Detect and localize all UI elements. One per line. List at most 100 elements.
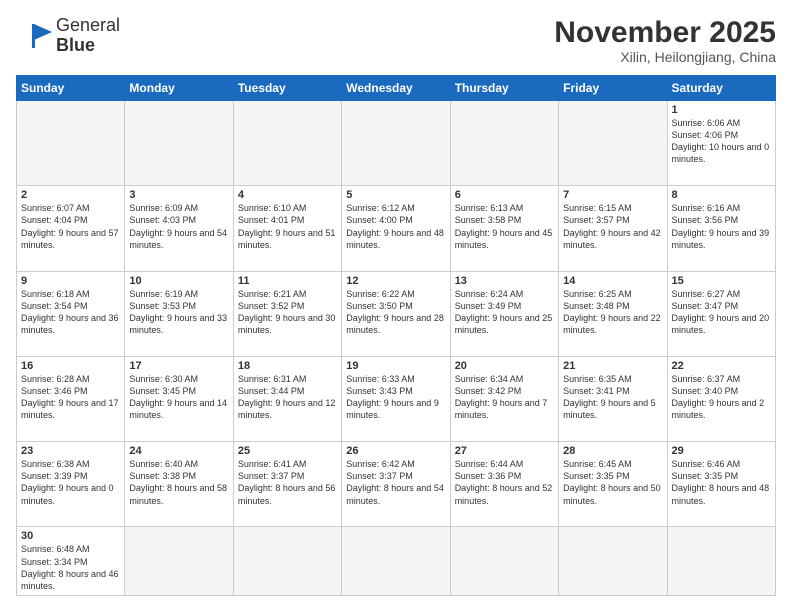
day-number: 17: [129, 360, 228, 372]
calendar-cell: [233, 101, 341, 186]
day-info: Sunrise: 6:31 AM Sunset: 3:44 PM Dayligh…: [238, 373, 337, 422]
day-number: 27: [455, 445, 554, 457]
day-number: 2: [21, 189, 120, 201]
day-number: 25: [238, 445, 337, 457]
day-number: 5: [346, 189, 445, 201]
calendar-cell: 19Sunrise: 6:33 AM Sunset: 3:43 PM Dayli…: [342, 356, 450, 441]
calendar-cell: [342, 101, 450, 186]
day-info: Sunrise: 6:33 AM Sunset: 3:43 PM Dayligh…: [346, 373, 445, 422]
day-info: Sunrise: 6:28 AM Sunset: 3:46 PM Dayligh…: [21, 373, 120, 422]
calendar-cell: 27Sunrise: 6:44 AM Sunset: 3:36 PM Dayli…: [450, 442, 558, 527]
day-number: 12: [346, 275, 445, 287]
calendar-cell: [125, 101, 233, 186]
day-info: Sunrise: 6:07 AM Sunset: 4:04 PM Dayligh…: [21, 202, 120, 251]
day-number: 30: [21, 530, 120, 542]
calendar-cell: 24Sunrise: 6:40 AM Sunset: 3:38 PM Dayli…: [125, 442, 233, 527]
calendar-cell: 13Sunrise: 6:24 AM Sunset: 3:49 PM Dayli…: [450, 271, 558, 356]
day-number: 3: [129, 189, 228, 201]
calendar-cell: 8Sunrise: 6:16 AM Sunset: 3:56 PM Daylig…: [667, 186, 775, 271]
calendar-cell: 12Sunrise: 6:22 AM Sunset: 3:50 PM Dayli…: [342, 271, 450, 356]
day-number: 18: [238, 360, 337, 372]
calendar-cell: [559, 527, 667, 596]
calendar-cell: [559, 101, 667, 186]
day-number: 29: [672, 445, 771, 457]
day-number: 9: [21, 275, 120, 287]
header-sunday: Sunday: [17, 76, 125, 101]
day-info: Sunrise: 6:27 AM Sunset: 3:47 PM Dayligh…: [672, 288, 771, 337]
day-info: Sunrise: 6:24 AM Sunset: 3:49 PM Dayligh…: [455, 288, 554, 337]
calendar-cell: 14Sunrise: 6:25 AM Sunset: 3:48 PM Dayli…: [559, 271, 667, 356]
day-info: Sunrise: 6:09 AM Sunset: 4:03 PM Dayligh…: [129, 202, 228, 251]
title-block: November 2025 Xilin, Heilongjiang, China: [554, 16, 776, 65]
day-number: 19: [346, 360, 445, 372]
calendar-cell: 4Sunrise: 6:10 AM Sunset: 4:01 PM Daylig…: [233, 186, 341, 271]
day-info: Sunrise: 6:30 AM Sunset: 3:45 PM Dayligh…: [129, 373, 228, 422]
day-info: Sunrise: 6:16 AM Sunset: 3:56 PM Dayligh…: [672, 202, 771, 251]
page-header: GeneralBlue November 2025 Xilin, Heilong…: [16, 16, 776, 65]
day-info: Sunrise: 6:06 AM Sunset: 4:06 PM Dayligh…: [672, 117, 771, 166]
day-info: Sunrise: 6:34 AM Sunset: 3:42 PM Dayligh…: [455, 373, 554, 422]
logo: GeneralBlue: [16, 16, 120, 56]
calendar-cell: 5Sunrise: 6:12 AM Sunset: 4:00 PM Daylig…: [342, 186, 450, 271]
calendar-cell: [667, 527, 775, 596]
calendar-cell: 30Sunrise: 6:48 AM Sunset: 3:34 PM Dayli…: [17, 527, 125, 596]
day-info: Sunrise: 6:37 AM Sunset: 3:40 PM Dayligh…: [672, 373, 771, 422]
day-info: Sunrise: 6:21 AM Sunset: 3:52 PM Dayligh…: [238, 288, 337, 337]
day-number: 24: [129, 445, 228, 457]
day-number: 4: [238, 189, 337, 201]
day-number: 26: [346, 445, 445, 457]
logo-icon: [16, 22, 52, 50]
day-info: Sunrise: 6:48 AM Sunset: 3:34 PM Dayligh…: [21, 543, 120, 592]
day-info: Sunrise: 6:22 AM Sunset: 3:50 PM Dayligh…: [346, 288, 445, 337]
day-number: 21: [563, 360, 662, 372]
day-number: 20: [455, 360, 554, 372]
day-info: Sunrise: 6:15 AM Sunset: 3:57 PM Dayligh…: [563, 202, 662, 251]
calendar-cell: 21Sunrise: 6:35 AM Sunset: 3:41 PM Dayli…: [559, 356, 667, 441]
day-info: Sunrise: 6:18 AM Sunset: 3:54 PM Dayligh…: [21, 288, 120, 337]
day-number: 28: [563, 445, 662, 457]
calendar-cell: 3Sunrise: 6:09 AM Sunset: 4:03 PM Daylig…: [125, 186, 233, 271]
day-info: Sunrise: 6:44 AM Sunset: 3:36 PM Dayligh…: [455, 458, 554, 507]
location: Xilin, Heilongjiang, China: [554, 49, 776, 65]
calendar-cell: 16Sunrise: 6:28 AM Sunset: 3:46 PM Dayli…: [17, 356, 125, 441]
calendar-cell: 22Sunrise: 6:37 AM Sunset: 3:40 PM Dayli…: [667, 356, 775, 441]
weekday-header-row: Sunday Monday Tuesday Wednesday Thursday…: [17, 76, 776, 101]
calendar-cell: [450, 527, 558, 596]
day-number: 16: [21, 360, 120, 372]
header-wednesday: Wednesday: [342, 76, 450, 101]
calendar-cell: 26Sunrise: 6:42 AM Sunset: 3:37 PM Dayli…: [342, 442, 450, 527]
calendar-cell: 18Sunrise: 6:31 AM Sunset: 3:44 PM Dayli…: [233, 356, 341, 441]
day-info: Sunrise: 6:38 AM Sunset: 3:39 PM Dayligh…: [21, 458, 120, 507]
day-number: 6: [455, 189, 554, 201]
calendar-cell: 2Sunrise: 6:07 AM Sunset: 4:04 PM Daylig…: [17, 186, 125, 271]
header-friday: Friday: [559, 76, 667, 101]
calendar-cell: 1Sunrise: 6:06 AM Sunset: 4:06 PM Daylig…: [667, 101, 775, 186]
calendar-cell: [125, 527, 233, 596]
day-info: Sunrise: 6:40 AM Sunset: 3:38 PM Dayligh…: [129, 458, 228, 507]
day-number: 10: [129, 275, 228, 287]
calendar-cell: 25Sunrise: 6:41 AM Sunset: 3:37 PM Dayli…: [233, 442, 341, 527]
calendar: Sunday Monday Tuesday Wednesday Thursday…: [16, 75, 776, 596]
header-saturday: Saturday: [667, 76, 775, 101]
day-info: Sunrise: 6:42 AM Sunset: 3:37 PM Dayligh…: [346, 458, 445, 507]
calendar-cell: 10Sunrise: 6:19 AM Sunset: 3:53 PM Dayli…: [125, 271, 233, 356]
day-info: Sunrise: 6:12 AM Sunset: 4:00 PM Dayligh…: [346, 202, 445, 251]
calendar-cell: [450, 101, 558, 186]
calendar-cell: 28Sunrise: 6:45 AM Sunset: 3:35 PM Dayli…: [559, 442, 667, 527]
day-number: 22: [672, 360, 771, 372]
day-number: 8: [672, 189, 771, 201]
calendar-cell: 17Sunrise: 6:30 AM Sunset: 3:45 PM Dayli…: [125, 356, 233, 441]
header-monday: Monday: [125, 76, 233, 101]
day-info: Sunrise: 6:46 AM Sunset: 3:35 PM Dayligh…: [672, 458, 771, 507]
day-info: Sunrise: 6:13 AM Sunset: 3:58 PM Dayligh…: [455, 202, 554, 251]
day-number: 13: [455, 275, 554, 287]
month-title: November 2025: [554, 16, 776, 49]
day-info: Sunrise: 6:25 AM Sunset: 3:48 PM Dayligh…: [563, 288, 662, 337]
day-info: Sunrise: 6:10 AM Sunset: 4:01 PM Dayligh…: [238, 202, 337, 251]
day-info: Sunrise: 6:35 AM Sunset: 3:41 PM Dayligh…: [563, 373, 662, 422]
day-number: 1: [672, 104, 771, 116]
day-number: 11: [238, 275, 337, 287]
day-info: Sunrise: 6:19 AM Sunset: 3:53 PM Dayligh…: [129, 288, 228, 337]
calendar-cell: 6Sunrise: 6:13 AM Sunset: 3:58 PM Daylig…: [450, 186, 558, 271]
header-tuesday: Tuesday: [233, 76, 341, 101]
